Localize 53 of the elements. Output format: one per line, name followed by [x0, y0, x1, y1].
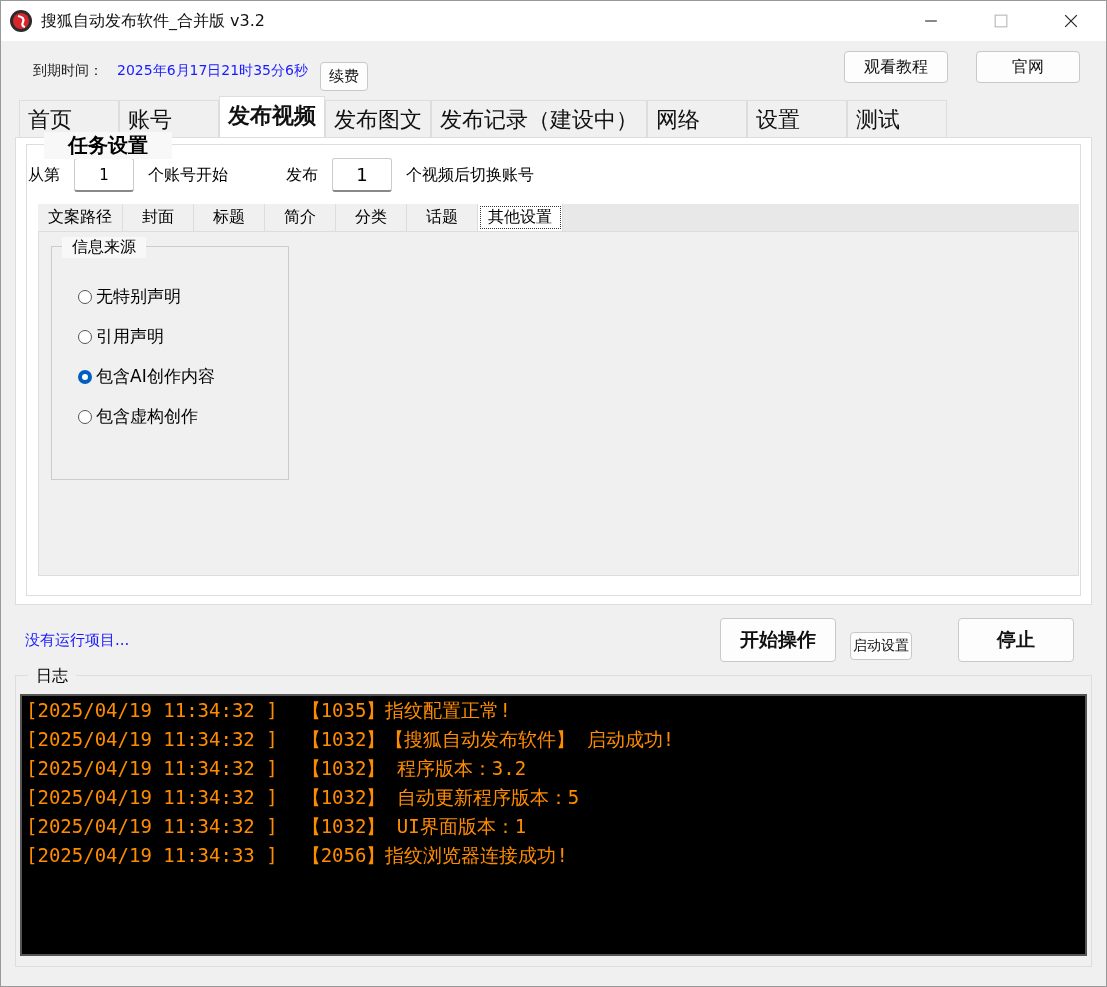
expiry-label: 到期时间： [33, 62, 103, 80]
radio-circle-icon[interactable] [78, 329, 92, 344]
sub-tab[interactable]: 分类 [336, 204, 407, 231]
log-timestamp: [2025/04/19 11:34:32 ] [26, 814, 278, 839]
source-group-title: 信息来源 [62, 237, 146, 258]
log-timestamp: [2025/04/19 11:34:33 ] [26, 843, 278, 868]
start-account-field[interactable]: 1 [74, 158, 134, 192]
main-tab[interactable]: 发布图文 [325, 100, 431, 137]
log-timestamp: [2025/04/19 11:34:32 ] [26, 756, 278, 781]
window-title: 搜狐自动发布软件_合并版 v3.2 [41, 10, 265, 32]
main-tab[interactable]: 发布记录（建设中） [431, 100, 647, 137]
log-message: 【1032】 程序版本：3.2 [301, 756, 527, 781]
radio-option[interactable]: 包含虚构创作 [78, 405, 288, 428]
log-message: 【2056】指纹浏览器连接成功! [301, 843, 568, 868]
main-tab[interactable]: 发布视频 [219, 96, 325, 137]
switch-suffix-label: 个视频后切换账号 [406, 164, 534, 186]
start-prefix-label: 从第 [28, 164, 60, 186]
log-timestamp: [2025/04/19 11:34:32 ] [26, 698, 278, 723]
sub-tab[interactable]: 简介 [265, 204, 336, 231]
sub-tab[interactable]: 其他设置 [478, 204, 563, 231]
header-button[interactable]: 官网 [976, 51, 1080, 83]
main-tab[interactable]: 网络 [647, 100, 747, 137]
expiry-date: 2025年6月17日21时35分6秒 [117, 62, 308, 80]
log-message: 【1032】 自动更新程序版本：5 [301, 785, 580, 810]
start-button[interactable]: 开始操作 [720, 618, 836, 662]
switch-prefix-label: 发布 [286, 164, 318, 186]
log-message: 【1032】【搜狐自动发布软件】 启动成功! [301, 727, 675, 752]
radio-circle-icon[interactable] [78, 369, 92, 384]
startup-settings-button[interactable]: 启动设置 [850, 632, 912, 660]
log-message: 【1032】 UI界面版本：1 [301, 814, 527, 839]
radio-option[interactable]: 引用声明 [78, 325, 288, 348]
renew-button[interactable]: 续费 [319, 61, 368, 91]
log-message: 【1035】指纹配置正常! [301, 698, 511, 723]
main-tab[interactable]: 设置 [747, 100, 847, 137]
sub-tab[interactable]: 文案路径 [38, 204, 123, 231]
switch-count-field[interactable]: 1 [332, 158, 392, 192]
radio-option[interactable]: 无特别声明 [78, 285, 288, 308]
main-tab[interactable]: 测试 [847, 100, 947, 137]
stop-button[interactable]: 停止 [958, 618, 1074, 662]
start-suffix-label: 个账号开始 [148, 164, 228, 186]
log-timestamp: [2025/04/19 11:34:32 ] [26, 727, 278, 752]
sub-tab[interactable]: 标题 [194, 204, 265, 231]
log-timestamp: [2025/04/19 11:34:32 ] [26, 785, 278, 810]
app-logo-icon [9, 9, 33, 33]
radio-circle-icon[interactable] [78, 289, 92, 304]
task-settings-title: 任务设置 [44, 132, 172, 159]
close-icon[interactable] [1064, 14, 1078, 28]
sub-tab[interactable]: 话题 [407, 204, 478, 231]
radio-option[interactable]: 包含AI创作内容 [78, 365, 288, 388]
radio-circle-icon[interactable] [78, 409, 92, 424]
header-button[interactable]: 观看教程 [844, 51, 948, 83]
status-text: 没有运行项目... [25, 630, 130, 650]
sub-tab[interactable]: 封面 [123, 204, 194, 231]
